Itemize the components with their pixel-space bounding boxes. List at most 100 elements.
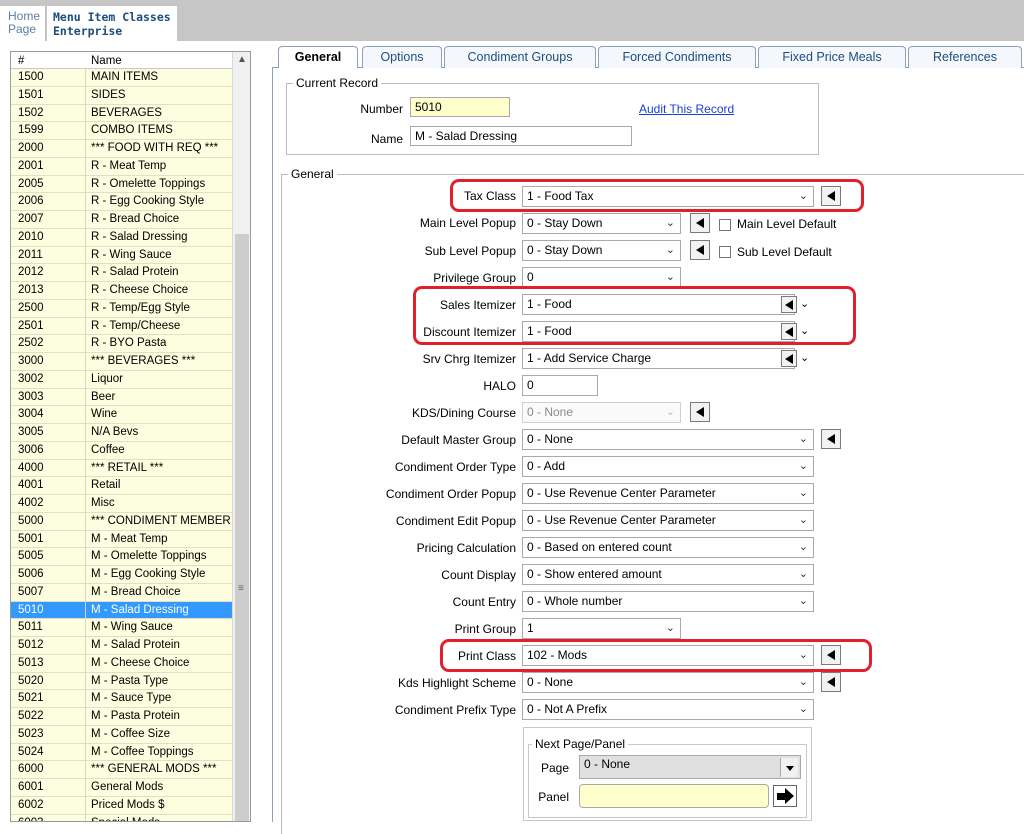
list-item[interactable]: 4002 Misc bbox=[11, 495, 233, 513]
chevron-down-icon: ⌄ bbox=[665, 217, 675, 229]
list-item[interactable]: 5022 M - Pasta Protein bbox=[11, 708, 233, 726]
print-group-select[interactable]: 1 ⌄ bbox=[522, 618, 681, 639]
list-item[interactable]: 3005 N/A Bevs bbox=[11, 424, 233, 442]
list-item[interactable]: 2000 *** FOOD WITH REQ *** bbox=[11, 140, 233, 158]
list-item[interactable]: 5006 M - Egg Cooking Style bbox=[11, 566, 233, 584]
column-header-name[interactable]: Name bbox=[91, 55, 122, 67]
list-item[interactable]: 3003 Beer bbox=[11, 388, 233, 407]
list-item[interactable]: 1599 COMBO ITEMS bbox=[11, 122, 233, 140]
list-item[interactable]: 6000 *** GENERAL MODS *** bbox=[11, 761, 233, 779]
list-item[interactable]: 1500 MAIN ITEMS bbox=[11, 69, 233, 87]
audit-record-link[interactable]: Audit This Record bbox=[639, 102, 734, 116]
item-number: 2011 bbox=[18, 248, 43, 261]
list-item[interactable]: 2006 R - Egg Cooking Style bbox=[11, 193, 233, 211]
condiment-order-type-select[interactable]: 0 - Add ⌄ bbox=[522, 456, 814, 477]
list-item[interactable]: 3000 *** BEVERAGES *** bbox=[11, 353, 233, 371]
srv-chrg-itemizer-pin-button[interactable] bbox=[781, 350, 797, 367]
list-item[interactable]: 5013 M - Cheese Choice bbox=[11, 654, 233, 673]
list-item[interactable]: 1501 SIDES bbox=[11, 86, 233, 105]
count-entry-select[interactable]: 0 - Whole number ⌄ bbox=[522, 591, 814, 612]
tab-condiment-groups[interactable]: Condiment Groups bbox=[444, 46, 596, 68]
name-field[interactable]: M - Salad Dressing bbox=[410, 126, 632, 146]
chevron-down-icon: ⌄ bbox=[798, 541, 808, 553]
panel-field[interactable] bbox=[579, 784, 769, 808]
list-item[interactable]: 2011 R - Wing Sauce bbox=[11, 246, 233, 265]
list-item[interactable]: 6001 General Mods bbox=[11, 779, 233, 797]
item-number: 2502 bbox=[18, 337, 44, 350]
list-item[interactable]: 5020 M - Pasta Type bbox=[11, 672, 233, 691]
scrollbar-thumb[interactable] bbox=[235, 234, 249, 821]
condiment-order-popup-select[interactable]: 0 - Use Revenue Center Parameter ⌄ bbox=[522, 483, 814, 504]
sub-level-default-checkbox[interactable] bbox=[719, 246, 731, 258]
list-item[interactable]: 2501 R - Temp/Cheese bbox=[11, 317, 233, 336]
list-item[interactable]: 5010 M - Salad Dressing bbox=[11, 601, 233, 620]
sub-level-popup-select[interactable]: 0 - Stay Down ⌄ bbox=[522, 240, 681, 261]
item-number: 3006 bbox=[18, 443, 44, 456]
halo-input[interactable]: 0 bbox=[522, 375, 598, 396]
list-item[interactable]: 1502 BEVERAGES bbox=[11, 104, 233, 123]
list-item[interactable]: 4000 *** RETAIL *** bbox=[11, 459, 233, 478]
list-item[interactable]: 5012 M - Salad Protein bbox=[11, 637, 233, 655]
kds-highlight-scheme-select[interactable]: 0 - None ⌄ bbox=[522, 672, 814, 693]
list-item[interactable]: 4001 Retail bbox=[11, 477, 233, 495]
list-item[interactable]: 2001 R - Meat Temp bbox=[11, 157, 233, 176]
condiment-edit-popup-select[interactable]: 0 - Use Revenue Center Parameter ⌄ bbox=[522, 510, 814, 531]
main-level-popup-select[interactable]: 0 - Stay Down ⌄ bbox=[522, 213, 681, 234]
list-item[interactable]: 3006 Coffee bbox=[11, 441, 233, 460]
column-divider bbox=[85, 69, 86, 86]
list-item[interactable]: 5007 M - Bread Choice bbox=[11, 583, 233, 602]
list-item[interactable]: 5011 M - Wing Sauce bbox=[11, 619, 233, 637]
kds-dining-course-pin-button[interactable] bbox=[690, 402, 710, 422]
list-item[interactable]: 6002 Priced Mods $ bbox=[11, 796, 233, 815]
condiment-prefix-type-select[interactable]: 0 - Not A Prefix ⌄ bbox=[522, 699, 814, 720]
list-scrollbar[interactable]: ▲ ≡ bbox=[232, 52, 250, 821]
page-dropdown-button[interactable] bbox=[780, 758, 798, 777]
default-master-group-pin-button[interactable] bbox=[821, 429, 841, 449]
main-level-default-checkbox[interactable] bbox=[719, 219, 731, 231]
list-item[interactable]: 2502 R - BYO Pasta bbox=[11, 335, 233, 353]
sub-level-popup-pin-button[interactable] bbox=[690, 240, 710, 260]
record-list[interactable]: # Name 1500 MAIN ITEMS 1501 SIDES 1502 BEVERA… bbox=[10, 51, 251, 822]
list-item[interactable]: 5024 M - Coffee Toppings bbox=[11, 743, 233, 762]
list-item[interactable]: 2500 R - Temp/Egg Style bbox=[11, 299, 233, 318]
list-item[interactable]: 5021 M - Sauce Type bbox=[11, 690, 233, 708]
count-display-select[interactable]: 0 - Show entered amount ⌄ bbox=[522, 564, 814, 585]
main-level-popup-pin-button[interactable] bbox=[690, 213, 710, 233]
column-header-number[interactable]: # bbox=[18, 55, 24, 67]
list-item[interactable]: 2005 R - Omelette Toppings bbox=[11, 175, 233, 194]
srv-chrg-itemizer-select[interactable]: 1 - Add Service Charge bbox=[522, 348, 795, 369]
list-item[interactable]: 5001 M - Meat Temp bbox=[11, 530, 233, 549]
list-item[interactable]: 2012 R - Salad Protein bbox=[11, 264, 233, 282]
scroll-up-icon[interactable]: ▲ bbox=[237, 54, 247, 65]
list-item[interactable]: 6003 Special Mods bbox=[11, 814, 233, 821]
tab-fixed-price-meals[interactable]: Fixed Price Meals bbox=[758, 46, 906, 68]
list-item[interactable]: 2010 R - Salad Dressing bbox=[11, 228, 233, 247]
column-divider bbox=[85, 459, 86, 477]
kds-dining-course-value: 0 - None bbox=[527, 405, 574, 419]
pricing-calculation-select[interactable]: 0 - Based on entered count ⌄ bbox=[522, 537, 814, 558]
tab-forced-condiments[interactable]: Forced Condiments bbox=[598, 46, 756, 68]
column-divider bbox=[85, 814, 86, 821]
srv-chrg-itemizer-chevron-icon[interactable]: ⌄ bbox=[800, 351, 809, 364]
column-divider bbox=[85, 193, 86, 210]
list-item[interactable]: 5023 M - Coffee Size bbox=[11, 725, 233, 744]
menu-item-classes-tab[interactable]: Menu Item Classes Enterprise bbox=[47, 6, 177, 41]
page-select[interactable]: 0 - None bbox=[579, 755, 801, 779]
condiment-order-type-value: 0 - Add bbox=[527, 459, 566, 473]
tab-options[interactable]: Options bbox=[362, 46, 442, 68]
list-item[interactable]: 2013 R - Cheese Choice bbox=[11, 282, 233, 300]
list-item[interactable]: 5005 M - Omelette Toppings bbox=[11, 548, 233, 566]
default-master-group-select[interactable]: 0 - None ⌄ bbox=[522, 429, 814, 450]
privilege-group-select[interactable]: 0 ⌄ bbox=[522, 267, 681, 288]
list-item[interactable]: 5000 *** CONDIMENT MEMBER *** bbox=[11, 512, 233, 531]
kds-highlight-scheme-pin-button[interactable] bbox=[821, 672, 841, 692]
list-item[interactable]: 3004 Wine bbox=[11, 406, 233, 424]
number-field[interactable]: 5010 bbox=[410, 97, 510, 117]
list-item[interactable]: 2007 R - Bread Choice bbox=[11, 211, 233, 229]
home-page-tab[interactable]: Home Page bbox=[0, 6, 46, 41]
list-item[interactable]: 3002 Liquor bbox=[11, 370, 233, 389]
item-number: 2007 bbox=[18, 213, 44, 225]
panel-go-arrow-icon[interactable] bbox=[773, 785, 797, 807]
tab-references[interactable]: References bbox=[908, 46, 1022, 68]
tab-general[interactable]: General bbox=[278, 46, 358, 69]
